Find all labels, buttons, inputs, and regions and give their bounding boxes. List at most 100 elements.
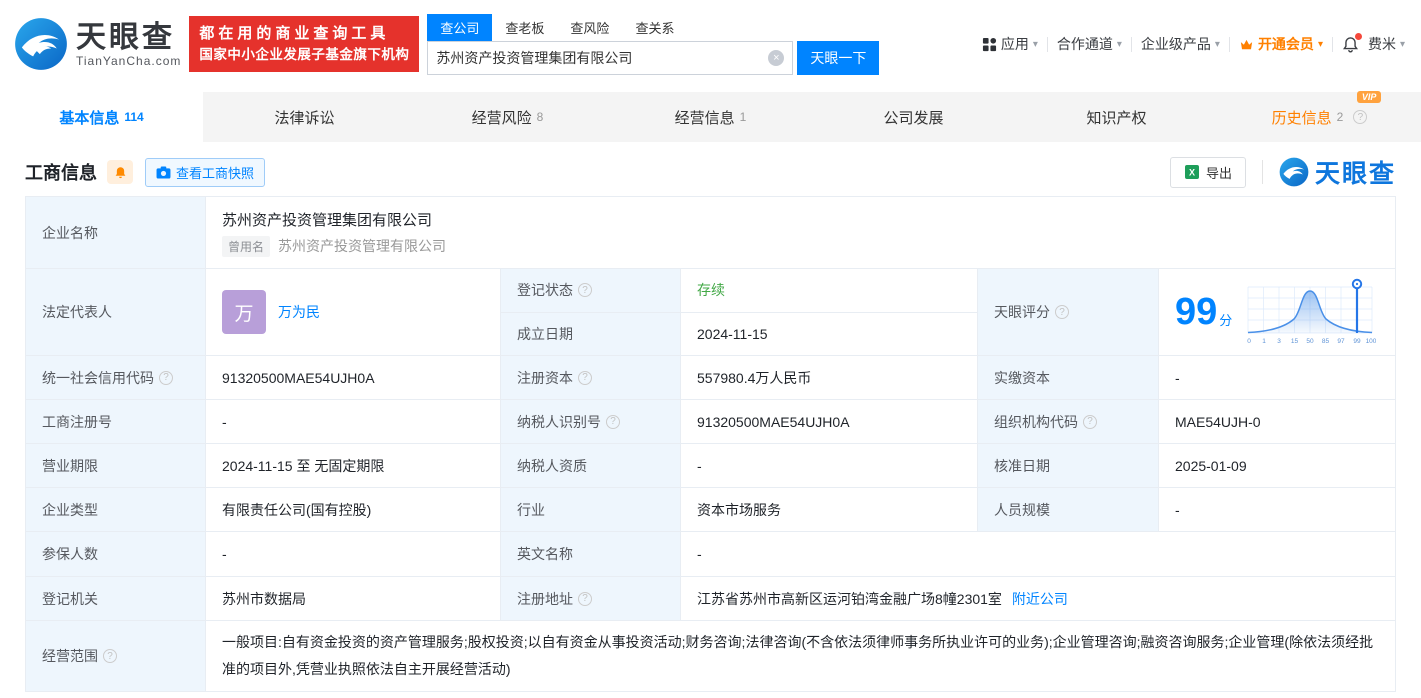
table-subrow: 成立日期 2024-11-15 xyxy=(501,312,977,355)
search-tab-risk[interactable]: 查风险 xyxy=(557,14,622,41)
field-value: - xyxy=(1159,488,1395,531)
excel-icon: X xyxy=(1184,165,1199,179)
crown-icon xyxy=(1240,39,1253,49)
legal-rep-cell: 万 万为民 xyxy=(206,269,501,355)
divider xyxy=(1261,160,1263,184)
tab-label: 基本信息 xyxy=(59,109,120,127)
vip-badge: VIP xyxy=(1356,90,1382,103)
section-header: 工商信息 查看工商快照 X 导出 天眼查 xyxy=(0,148,1421,196)
score-axis-labels: 0 1 3 15 50 85 97 99 100 xyxy=(1247,338,1376,345)
table-row: 统一社会信用代码? 91320500MAE54UJH0A 注册资本? 55798… xyxy=(26,356,1395,400)
help-icon[interactable]: ? xyxy=(578,591,592,606)
export-button[interactable]: X 导出 xyxy=(1169,156,1246,188)
field-label: 注册地址? xyxy=(501,577,681,620)
field-value: 苏州市数据局 xyxy=(206,577,501,620)
view-snapshot-button[interactable]: 查看工商快照 xyxy=(145,157,266,187)
search-input[interactable] xyxy=(436,49,769,66)
nav-user[interactable]: 费米 ▾ xyxy=(1368,34,1405,54)
help-icon[interactable]: ? xyxy=(159,370,173,385)
nav-enterprise-products[interactable]: 企业级产品 ▾ xyxy=(1141,34,1220,54)
nav-partner-label: 合作通道 xyxy=(1056,36,1113,52)
bell-icon xyxy=(115,166,125,178)
help-icon[interactable]: ? xyxy=(1083,414,1097,429)
field-label: 法定代表人 xyxy=(26,269,206,355)
avatar[interactable]: 万 xyxy=(222,290,266,334)
legal-rep-link[interactable]: 万为民 xyxy=(278,302,320,322)
notification-bell[interactable] xyxy=(1342,32,1362,53)
logo-subtitle: TianYanCha.com xyxy=(76,53,182,68)
tianyancha-logo[interactable]: 天眼查 TianYanCha.com xyxy=(14,17,181,71)
search-tab-boss[interactable]: 查老板 xyxy=(492,14,557,41)
field-value: - xyxy=(206,400,501,443)
business-info-table: 企业名称 苏州资产投资管理集团有限公司 曾用名 苏州资产投资管理有限公司 法定代… xyxy=(25,196,1396,692)
promo-line2: 国家中小企业发展子基金旗下机构 xyxy=(199,47,410,63)
logo-text: 天眼查 TianYanCha.com xyxy=(76,21,181,68)
help-icon[interactable]: ? xyxy=(578,370,592,385)
divider xyxy=(1130,36,1132,52)
tab-operation-info[interactable]: 经营信息 1 xyxy=(609,92,812,142)
field-value: 2024-11-15 至 无固定期限 xyxy=(206,444,501,487)
page: 天眼查 TianYanCha.com 都在用的商业查询工具 国家中小企业发展子基… xyxy=(0,0,1421,698)
logo-swirl-icon xyxy=(1279,157,1309,187)
former-name-row: 曾用名 苏州资产投资管理有限公司 xyxy=(222,235,447,257)
watermark-logo: 天眼查 xyxy=(1279,154,1396,190)
tab-legal-proceedings[interactable]: 法律诉讼 xyxy=(203,92,406,142)
field-value: 91320500MAE54UJH0A xyxy=(206,356,501,399)
field-label: 企业名称 xyxy=(26,197,206,268)
divider xyxy=(1046,36,1048,52)
clear-icon[interactable]: × xyxy=(768,49,785,66)
svg-text:1: 1 xyxy=(1262,338,1266,345)
field-label: 组织机构代码? xyxy=(978,400,1159,443)
svg-text:99: 99 xyxy=(1354,338,1362,345)
help-icon[interactable]: ? xyxy=(578,283,592,298)
svg-text:15: 15 xyxy=(1291,338,1299,345)
section-title: 工商信息 xyxy=(25,163,97,183)
help-icon[interactable]: ? xyxy=(606,414,620,429)
header: 天眼查 TianYanCha.com 都在用的商业查询工具 国家中小企业发展子基… xyxy=(0,0,1421,88)
top-right-nav: 应用 ▾ 合作通道 ▾ 企业级产品 ▾ 开通会员 ▾ 费米 ▾ xyxy=(982,32,1405,54)
subscribe-bell-button[interactable] xyxy=(107,160,133,184)
search-button[interactable]: 天眼一下 xyxy=(797,40,880,75)
table-row: 经营范围? 一般项目:自有资金投资的资产管理服务;股权投资;以自有资金从事投资活… xyxy=(26,621,1395,691)
svg-text:85: 85 xyxy=(1322,338,1330,345)
svg-text:X: X xyxy=(1189,168,1195,178)
field-label: 企业类型 xyxy=(26,488,206,531)
help-icon[interactable]: ? xyxy=(1353,110,1368,124)
former-name: 苏州资产投资管理有限公司 xyxy=(278,238,447,254)
promo-banner: 都在用的商业查询工具 国家中小企业发展子基金旗下机构 xyxy=(189,15,420,73)
nearby-companies-link[interactable]: 附近公司 xyxy=(1012,589,1068,609)
field-value: 91320500MAE54UJH0A xyxy=(681,400,978,443)
field-value: 2025-01-09 xyxy=(1159,444,1395,487)
svg-text:3: 3 xyxy=(1277,338,1281,345)
field-label: 纳税人识别号? xyxy=(501,400,681,443)
watermark-text: 天眼查 xyxy=(1314,160,1396,188)
search-tab-relation[interactable]: 查关系 xyxy=(622,14,687,41)
search-tab-company[interactable]: 查公司 xyxy=(427,13,493,41)
tab-company-development[interactable]: 公司发展 xyxy=(812,92,1015,142)
svg-text:100: 100 xyxy=(1366,338,1376,345)
nav-open-vip[interactable]: 开通会员 ▾ xyxy=(1239,34,1323,54)
score-unit: 分 xyxy=(1219,312,1233,328)
tab-operation-risk[interactable]: 经营风险 8 xyxy=(406,92,609,142)
nav-apps[interactable]: 应用 ▾ xyxy=(982,34,1038,54)
tab-intellectual-property[interactable]: 知识产权 xyxy=(1015,92,1218,142)
tab-basic-info[interactable]: 基本信息 114 xyxy=(0,92,203,142)
field-label: 人员规模 xyxy=(978,488,1159,531)
nav-partner-channel[interactable]: 合作通道 ▾ xyxy=(1057,34,1122,54)
export-label: 导出 xyxy=(1205,165,1232,181)
help-icon[interactable]: ? xyxy=(103,649,117,663)
help-icon[interactable]: ? xyxy=(1055,305,1069,319)
field-label: 成立日期 xyxy=(501,312,681,355)
svg-text:97: 97 xyxy=(1338,338,1346,345)
field-value: MAE54UJH-0 xyxy=(1159,400,1395,443)
table-row: 营业期限 2024-11-15 至 无固定期限 纳税人资质 - 核准日期 202… xyxy=(26,444,1395,488)
tab-history-info[interactable]: VIP 历史信息 2 ? xyxy=(1218,90,1421,142)
apps-grid-icon xyxy=(982,37,996,51)
address-cell: 江苏省苏州市高新区运河铂湾金融广场8幢2301室 附近公司 xyxy=(681,577,1395,620)
score-cell: 99 分 0 1 3 15 50 85 97 99 100 xyxy=(1159,269,1395,355)
chevron-down-icon: ▾ xyxy=(1399,38,1405,50)
divider xyxy=(1228,36,1230,52)
field-label: 行业 xyxy=(501,488,681,531)
notification-dot xyxy=(1354,32,1362,40)
svg-text:50: 50 xyxy=(1307,338,1315,345)
